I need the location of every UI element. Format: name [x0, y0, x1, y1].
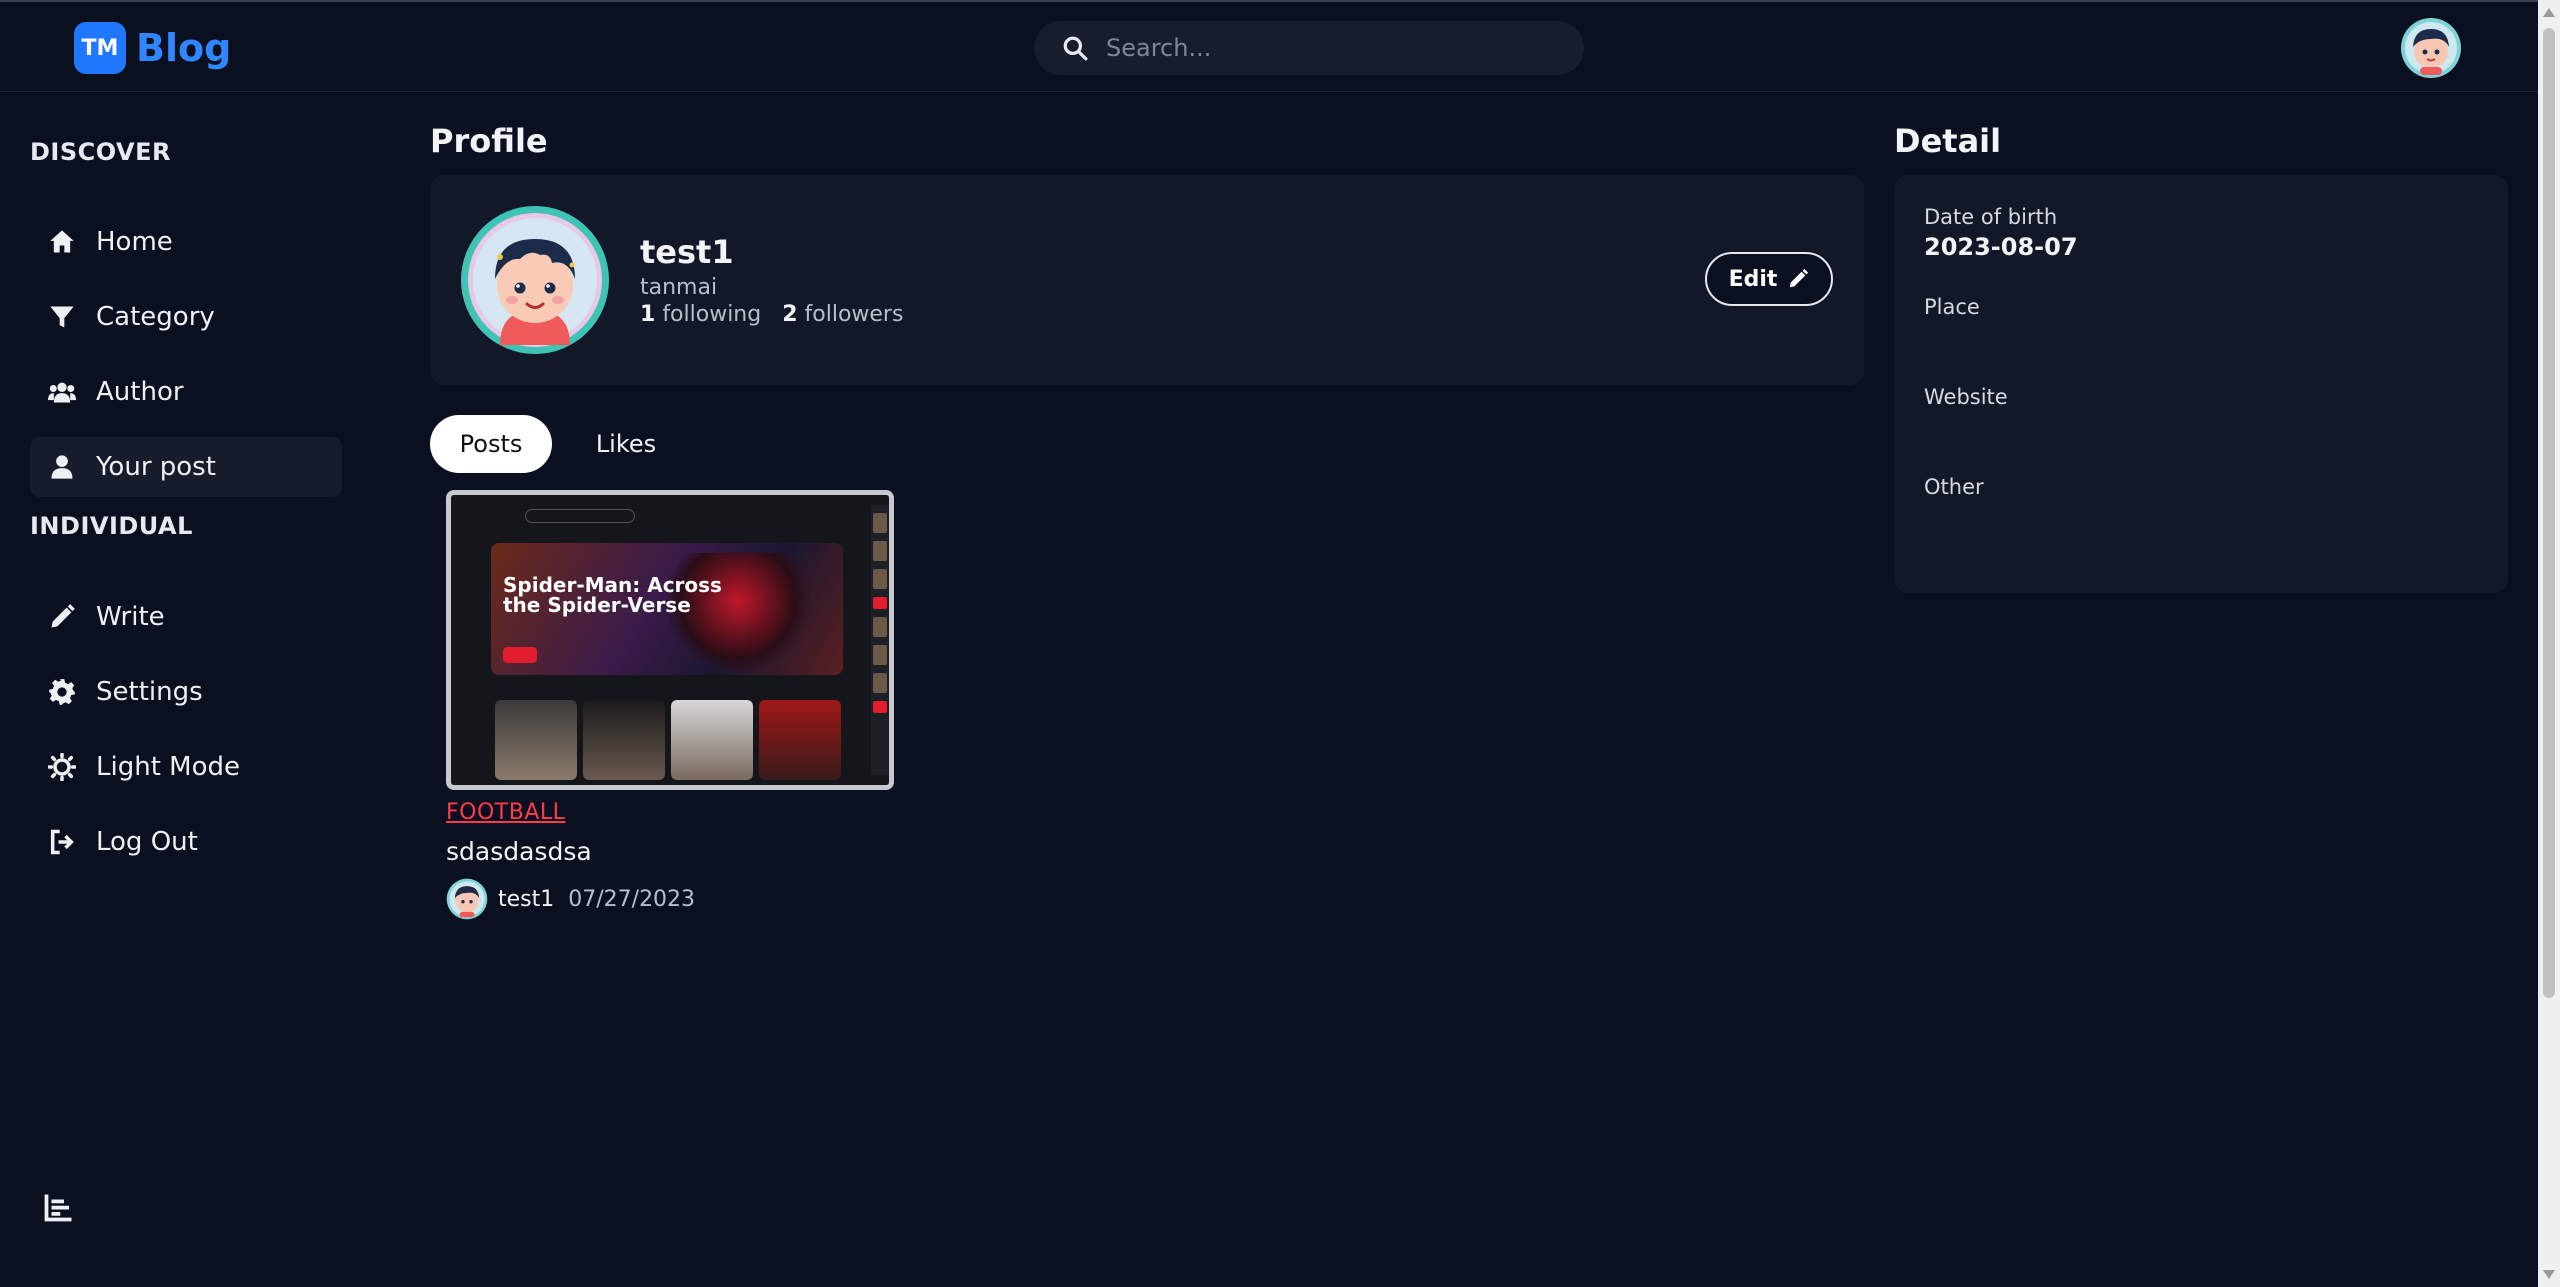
thumbnail-artist [495, 700, 577, 780]
sidebar-item-label: Light Mode [96, 752, 240, 782]
post-date: 07/27/2023 [568, 886, 696, 912]
thumbnail-hero: Spider-Man: Across the Spider-Verse [491, 543, 843, 675]
scrollbar[interactable] [2538, 0, 2560, 1287]
sidebar-item-label: Author [96, 377, 184, 407]
top-bar: TM Blog [0, 0, 2538, 92]
users-icon [48, 378, 76, 406]
sidebar-item-label: Your post [96, 452, 216, 482]
sidebar-item-your-post[interactable]: Your post [30, 437, 342, 497]
bar-chart-icon[interactable] [44, 1192, 74, 1222]
thumbnail-artist [671, 700, 753, 780]
sidebar-item-light-mode[interactable]: Light Mode [30, 737, 342, 797]
logout-icon [48, 828, 76, 856]
edit-profile-button[interactable]: Edit [1705, 252, 1833, 306]
profile-section-title: Profile [430, 122, 548, 160]
sidebar-item-author[interactable]: Author [30, 362, 342, 422]
profile-handle: tanmai [640, 275, 718, 300]
place-label: Place [1924, 295, 1980, 319]
search-bar[interactable] [1034, 21, 1584, 75]
tab-likes[interactable]: Likes [578, 415, 674, 473]
sidebar-item-settings[interactable]: Settings [30, 662, 342, 722]
post-title[interactable]: sdasdasdsa [446, 837, 894, 866]
thumbnail-watch-button [503, 647, 537, 663]
post-author-name[interactable]: test1 [498, 887, 554, 912]
post-author-avatar[interactable] [446, 878, 488, 920]
thumbnail-artist [759, 700, 841, 780]
scroll-thumb[interactable] [2543, 28, 2555, 998]
discover-heading: DISCOVER [30, 138, 171, 166]
home-icon [48, 228, 76, 256]
search-icon [1063, 36, 1088, 61]
detail-place: Place [1924, 295, 1980, 323]
detail-website: Website [1924, 385, 2008, 413]
post-meta: test1 07/27/2023 [446, 878, 894, 920]
logo-badge: TM [74, 22, 126, 74]
following-count[interactable]: 1 [640, 302, 655, 327]
sidebar-item-label: Log Out [96, 827, 198, 857]
pencil-icon [48, 603, 76, 631]
logo-text: Blog [136, 26, 232, 70]
thumbnail-artist [583, 700, 665, 780]
dob-label: Date of birth [1924, 205, 2058, 229]
thumbnail-artists-row [495, 700, 841, 780]
scroll-down-icon[interactable] [2543, 1270, 2555, 1279]
pencil-icon [1790, 268, 1809, 288]
post-category-link[interactable]: FOOTBALL [446, 800, 894, 825]
sun-icon [48, 753, 76, 781]
post-card[interactable]: Spider-Man: Across the Spider-Verse FOOT… [446, 490, 894, 920]
sidebar-item-label: Settings [96, 677, 203, 707]
thumbnail-side-panel [871, 505, 889, 775]
following-label[interactable]: following [662, 302, 761, 327]
sidebar-item-write[interactable]: Write [30, 587, 342, 647]
sidebar-item-category[interactable]: Category [30, 287, 342, 347]
dob-value: 2023-08-07 [1924, 233, 2078, 261]
scroll-up-icon[interactable] [2543, 8, 2555, 17]
sidebar-item-label: Write [96, 602, 165, 632]
profile-name: test1 [640, 233, 734, 271]
sidebar: DISCOVER Home Category Author Your post … [30, 92, 342, 1287]
followers-label[interactable]: followers [805, 302, 904, 327]
followers-count[interactable]: 2 [782, 302, 797, 327]
detail-section-title: Detail [1894, 122, 2002, 160]
sidebar-item-label: Home [96, 227, 173, 257]
search-input[interactable] [1106, 34, 1546, 62]
profile-card: test1 tanmai 1 following 2 followers Edi… [430, 175, 1864, 385]
sidebar-item-home[interactable]: Home [30, 212, 342, 272]
post-thumbnail[interactable]: Spider-Man: Across the Spider-Verse [446, 490, 894, 790]
individual-heading: INDIVIDUAL [30, 512, 193, 540]
other-label: Other [1924, 475, 1984, 499]
detail-dob: Date of birth 2023-08-07 [1924, 205, 2078, 261]
profile-stats: 1 following 2 followers [640, 302, 903, 327]
tab-posts[interactable]: Posts [430, 415, 552, 473]
blog-logo[interactable]: TM Blog [74, 22, 231, 74]
user-icon [48, 453, 76, 481]
thumbnail-screenshot: Spider-Man: Across the Spider-Verse [451, 495, 889, 785]
thumbnail-title: Spider-Man: Across the Spider-Verse [503, 573, 722, 617]
website-label: Website [1924, 385, 2008, 409]
detail-card: Date of birth 2023-08-07 Place Website O… [1894, 175, 2508, 593]
gear-icon [48, 678, 76, 706]
sidebar-item-label: Category [96, 302, 215, 332]
profile-avatar [461, 206, 609, 354]
user-avatar[interactable] [2400, 17, 2462, 79]
thumbnail-search [525, 509, 635, 523]
filter-icon [48, 303, 76, 331]
detail-other: Other [1924, 475, 1984, 503]
edit-button-label: Edit [1728, 266, 1778, 292]
sidebar-item-log-out[interactable]: Log Out [30, 812, 342, 872]
